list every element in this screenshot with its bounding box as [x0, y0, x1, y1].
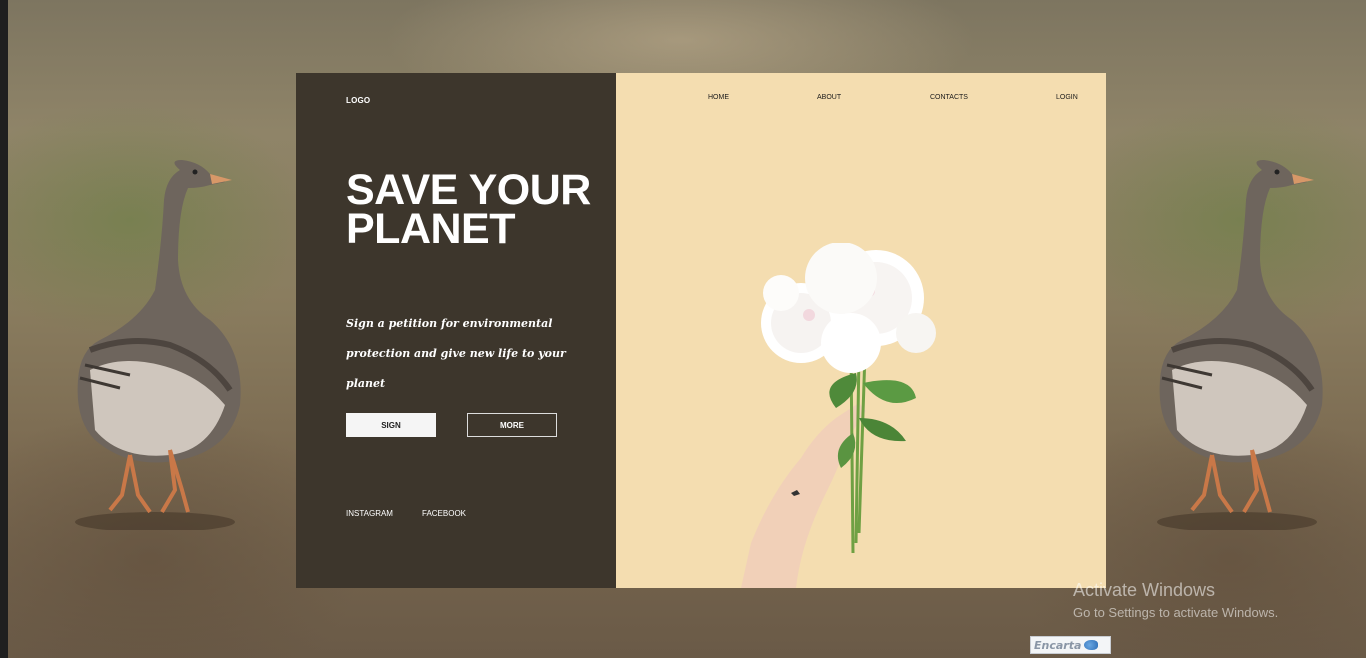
nav-home[interactable]: HOME [708, 94, 729, 101]
goose-image-left [75, 160, 241, 530]
sign-button[interactable]: SIGN [346, 413, 436, 437]
instagram-link[interactable]: INSTAGRAM [346, 509, 393, 518]
windows-activation-watermark: Activate Windows Go to Settings to activ… [1073, 580, 1278, 620]
activate-subtitle: Go to Settings to activate Windows. [1073, 605, 1279, 620]
encarta-label: Encarta [1034, 638, 1082, 652]
hero-description: Sign a petition for environmental protec… [346, 317, 566, 390]
bouquet-image [741, 243, 936, 588]
logo[interactable]: LOGO [346, 96, 370, 105]
activate-title: Activate Windows [1073, 580, 1216, 600]
hero-right-panel: HOME ABOUT CONTACTS LOGIN [616, 73, 1106, 588]
nav-contacts[interactable]: CONTACTS [930, 94, 968, 101]
left-edge-strip [0, 0, 8, 658]
more-button[interactable]: MORE [467, 413, 557, 437]
goose-image-right [1157, 160, 1323, 530]
hero-left-panel: LOGO SAVE YOUR PLANET Sign a petition fo… [296, 73, 616, 588]
facebook-link[interactable]: FACEBOOK [422, 509, 466, 518]
encarta-fish-icon [1084, 640, 1099, 650]
nav-login[interactable]: LOGIN [1056, 94, 1078, 101]
hero-title: SAVE YOUR PLANET [346, 166, 591, 253]
encarta-badge[interactable]: Encarta [1030, 636, 1111, 654]
nav-about[interactable]: ABOUT [817, 94, 841, 101]
hero-card: LOGO SAVE YOUR PLANET Sign a petition fo… [296, 73, 1106, 588]
